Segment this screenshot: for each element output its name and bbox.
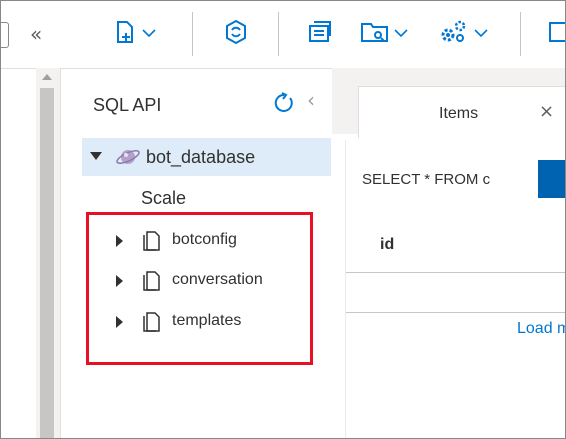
chevron-down-icon (394, 25, 408, 43)
open-full-screen-button[interactable] (306, 18, 334, 50)
toolbar-separator (520, 12, 521, 56)
scrollbar-thumb[interactable] (40, 88, 54, 439)
column-header-id[interactable]: id (380, 236, 394, 254)
tree-item-database[interactable]: bot_database (82, 138, 331, 176)
github-button[interactable] (222, 18, 250, 50)
open-query-button[interactable] (360, 18, 408, 50)
open-full-screen-icon (306, 18, 334, 51)
tree-item-collection[interactable]: botconfig (112, 226, 302, 256)
tree-item-collection[interactable]: templates (112, 307, 302, 337)
caret-right-icon[interactable] (116, 275, 123, 287)
collection-label: conversation (172, 271, 263, 288)
tab-label: Items (439, 105, 479, 122)
caret-down-icon[interactable] (90, 152, 102, 160)
refresh-icon[interactable] (273, 92, 295, 119)
github-icon (222, 18, 250, 51)
search-field-edge[interactable] (0, 22, 9, 48)
caret-right-icon[interactable] (116, 316, 123, 328)
tree-item-collection[interactable]: conversation (112, 266, 302, 296)
query-text[interactable]: SELECT * FROM c (362, 171, 490, 188)
document-icon (548, 19, 566, 50)
collection-label: templates (172, 312, 242, 329)
scroll-up-arrow-icon[interactable] (42, 74, 52, 80)
settings-icon (438, 18, 470, 51)
divider (346, 272, 566, 273)
collection-icon (140, 270, 162, 297)
toolbar-separator (192, 12, 193, 56)
load-more-link[interactable]: Load m (517, 320, 566, 338)
divider (346, 312, 566, 313)
tab-items[interactable]: Items × (358, 86, 566, 138)
open-query-icon (360, 19, 390, 50)
collection-icon (140, 230, 162, 257)
pane-divider (345, 140, 346, 439)
collection-icon (140, 311, 162, 338)
tree-item-scale[interactable]: Scale (141, 188, 186, 209)
cosmos-database-icon (115, 145, 141, 174)
settings-button[interactable] (438, 18, 488, 50)
caret-right-icon[interactable] (116, 235, 123, 247)
tree-title: SQL API (93, 95, 162, 115)
collapse-panel-icon[interactable]: « (30, 22, 42, 46)
close-icon[interactable]: × (539, 101, 554, 122)
collapse-tree-icon[interactable]: ‹ (307, 88, 315, 112)
command-bar: « (0, 0, 566, 69)
chevron-down-icon (474, 25, 488, 43)
run-query-button[interactable] (538, 160, 566, 198)
collection-label: botconfig (172, 231, 237, 248)
toolbar-separator (278, 12, 279, 56)
overflow-button[interactable] (548, 18, 566, 50)
new-container-button[interactable] (112, 18, 156, 50)
tree-scrollbar[interactable] (36, 68, 61, 439)
new-container-icon (112, 19, 138, 50)
database-label: bot_database (146, 147, 256, 167)
chevron-down-icon (142, 25, 156, 43)
